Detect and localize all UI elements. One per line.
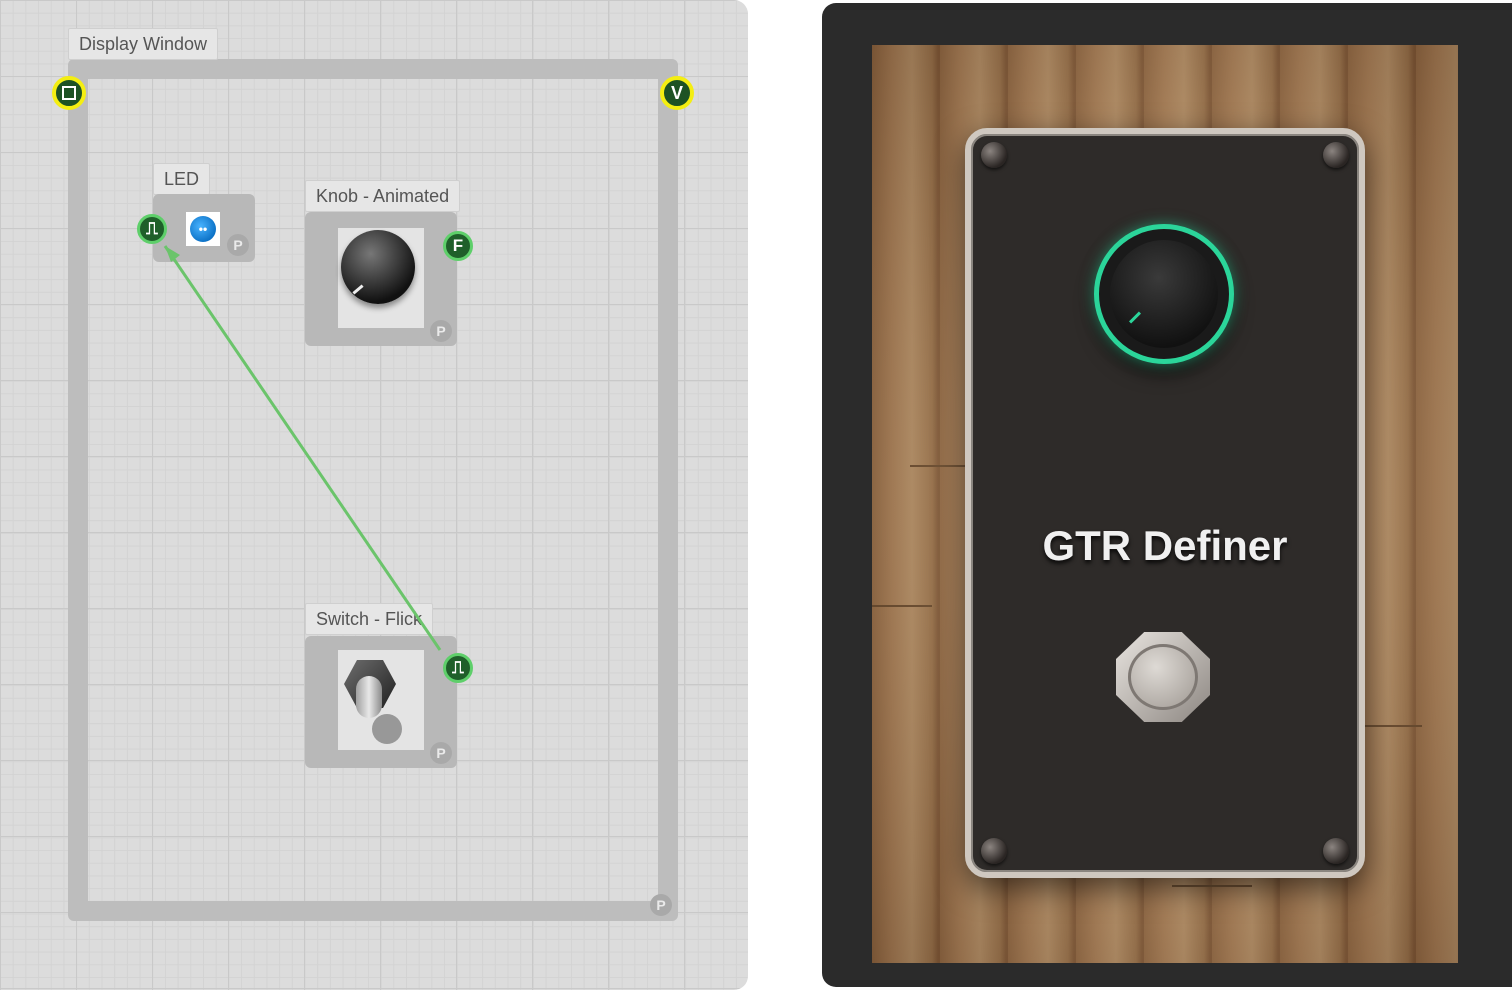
footswitch-button[interactable]: [1128, 644, 1198, 710]
plank-seam: [872, 605, 932, 607]
wire-arrow-icon: [165, 246, 180, 262]
plank-seam: [1172, 885, 1252, 887]
pedal-knob[interactable]: [1110, 240, 1218, 348]
pedal-title: GTR Definer: [1042, 522, 1288, 569]
connection-wire[interactable]: [0, 0, 748, 990]
screw-icon: [981, 142, 1007, 168]
node-editor-canvas[interactable]: Display Window V P LED •• P ⎍ Knob - Ani…: [0, 0, 748, 990]
screw-icon: [1323, 838, 1349, 864]
screw-icon: [1323, 142, 1349, 168]
wire-line[interactable]: [163, 245, 442, 651]
screw-icon: [981, 838, 1007, 864]
